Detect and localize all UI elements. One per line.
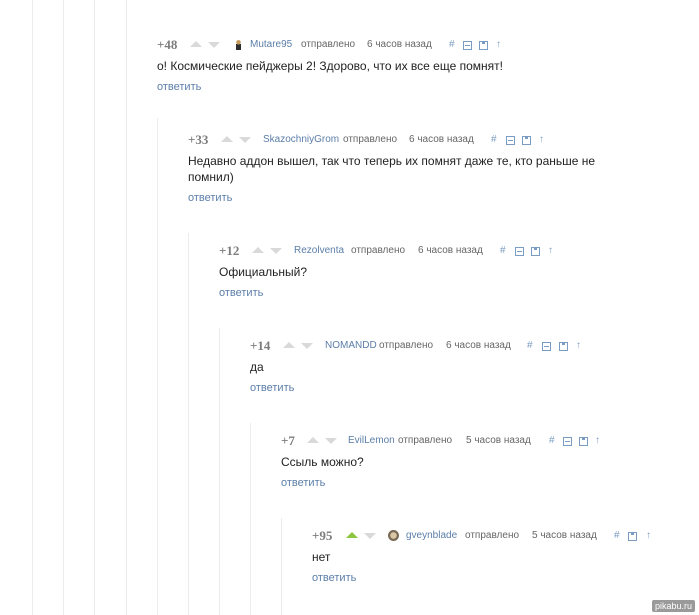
comment-text: да (250, 360, 264, 374)
comment-rating: +95 (312, 528, 333, 543)
reply-link[interactable]: ответить (219, 286, 679, 300)
thread-line (281, 518, 282, 615)
reply-link[interactable]: ответить (312, 571, 682, 585)
comment-rating: +48 (157, 37, 178, 52)
comment-text: Ссыль можно? (281, 455, 364, 469)
reply-link[interactable]: ответить (250, 381, 680, 395)
watermark: pikabu.ru (651, 600, 695, 612)
comment-header: +7 EvilLemon отправлено 5 часов назад # … (281, 433, 681, 449)
downvote-icon[interactable] (239, 137, 251, 143)
comment-sent-label: отправлено (465, 530, 520, 541)
comment-rating: +14 (250, 338, 271, 353)
save-icon[interactable] (559, 342, 568, 351)
comment-rating: +12 (219, 243, 240, 258)
comment-time: 6 часов назад (418, 245, 483, 256)
comment-rating: +7 (281, 433, 295, 448)
comment-header: +12 Rezolventa отправлено 6 часов назад … (219, 243, 679, 259)
comment-header: +95 gveynblade отправлено 5 часов назад … (312, 528, 682, 544)
comment: +48 Mutare95 отправлено 6 часов назад # … (157, 37, 677, 94)
comment-sent-label: отправлено (379, 340, 434, 351)
downvote-icon[interactable] (325, 438, 337, 444)
collapse-icon[interactable] (515, 247, 524, 256)
thread-line (32, 0, 33, 615)
go-to-parent-icon[interactable]: ↑ (646, 528, 651, 544)
thread-line (250, 423, 251, 615)
reply-link[interactable]: ответить (188, 191, 638, 205)
permalink-icon[interactable]: # (527, 338, 533, 354)
comment-text: о! Космические пейджеры 2! Здорово, что … (157, 59, 503, 73)
comment: +33 SkazochniyGrom отправлено 6 часов на… (188, 132, 638, 205)
comment-time: 6 часов назад (367, 39, 432, 50)
thread-line (63, 0, 64, 615)
downvote-icon[interactable] (364, 533, 376, 539)
comment-rating: +33 (188, 132, 209, 147)
comment: +7 EvilLemon отправлено 5 часов назад # … (281, 433, 681, 490)
upvote-icon[interactable] (283, 342, 295, 348)
permalink-icon[interactable]: # (491, 132, 497, 148)
comment-header: +33 SkazochniyGrom отправлено 6 часов на… (188, 132, 638, 148)
permalink-icon[interactable]: # (614, 528, 620, 544)
avatar[interactable] (388, 530, 399, 541)
collapse-icon[interactable] (506, 136, 515, 145)
comment-text: нет (312, 550, 331, 564)
go-to-parent-icon[interactable]: ↑ (548, 243, 553, 259)
downvote-icon[interactable] (301, 343, 313, 349)
upvote-icon[interactable] (346, 532, 358, 538)
avatar[interactable] (233, 39, 244, 50)
comment-author[interactable]: EvilLemon (348, 433, 395, 449)
comment: +14 NOMANDD отправлено 6 часов назад # ↑… (250, 338, 680, 395)
comment-text: Официальный? (219, 265, 308, 279)
comment-time: 5 часов назад (532, 530, 597, 541)
save-icon[interactable] (479, 41, 488, 50)
comment-header: +48 Mutare95 отправлено 6 часов назад # … (157, 37, 677, 53)
comment-author[interactable]: SkazochniyGrom (263, 132, 339, 148)
thread-line (126, 0, 127, 615)
upvote-icon[interactable] (221, 136, 233, 142)
thread-line (219, 328, 220, 615)
comment: +95 gveynblade отправлено 5 часов назад … (312, 528, 682, 585)
thread-line (157, 118, 158, 615)
reply-link[interactable]: ответить (281, 476, 681, 490)
save-icon[interactable] (522, 136, 531, 145)
save-icon[interactable] (628, 532, 637, 541)
collapse-icon[interactable] (463, 41, 472, 50)
go-to-parent-icon[interactable]: ↑ (496, 37, 501, 53)
downvote-icon[interactable] (270, 248, 282, 254)
permalink-icon[interactable]: # (500, 243, 506, 259)
go-to-parent-icon[interactable]: ↑ (539, 132, 544, 148)
comment-sent-label: отправлено (351, 245, 406, 256)
comment-sent-label: отправлено (343, 134, 398, 145)
permalink-icon[interactable]: # (549, 433, 555, 449)
comment: +12 Rezolventa отправлено 6 часов назад … (219, 243, 679, 300)
go-to-parent-icon[interactable]: ↑ (595, 433, 600, 449)
comment-author[interactable]: gveynblade (406, 528, 457, 544)
comment-header: +14 NOMANDD отправлено 6 часов назад # ↑ (250, 338, 680, 354)
thread-line (188, 233, 189, 615)
save-icon[interactable] (531, 247, 540, 256)
upvote-icon[interactable] (190, 41, 202, 47)
comment-time: 5 часов назад (466, 435, 531, 446)
collapse-icon[interactable] (563, 437, 572, 446)
thread-line (94, 0, 95, 615)
comment-author[interactable]: NOMANDD (325, 338, 377, 354)
comment-sent-label: отправлено (301, 39, 356, 50)
downvote-icon[interactable] (208, 42, 220, 48)
comment-time: 6 часов назад (409, 134, 474, 145)
collapse-icon[interactable] (542, 342, 551, 351)
go-to-parent-icon[interactable]: ↑ (576, 338, 581, 354)
save-icon[interactable] (579, 437, 588, 446)
comment-author[interactable]: Rezolventa (294, 243, 344, 259)
permalink-icon[interactable]: # (449, 37, 455, 53)
upvote-icon[interactable] (307, 437, 319, 443)
reply-link[interactable]: ответить (157, 80, 677, 94)
upvote-icon[interactable] (252, 247, 264, 253)
comment-sent-label: отправлено (398, 435, 453, 446)
comment-time: 6 часов назад (446, 340, 511, 351)
comment-text: Недавно аддон вышел, так что теперь их п… (188, 154, 596, 184)
comment-author[interactable]: Mutare95 (250, 37, 292, 53)
